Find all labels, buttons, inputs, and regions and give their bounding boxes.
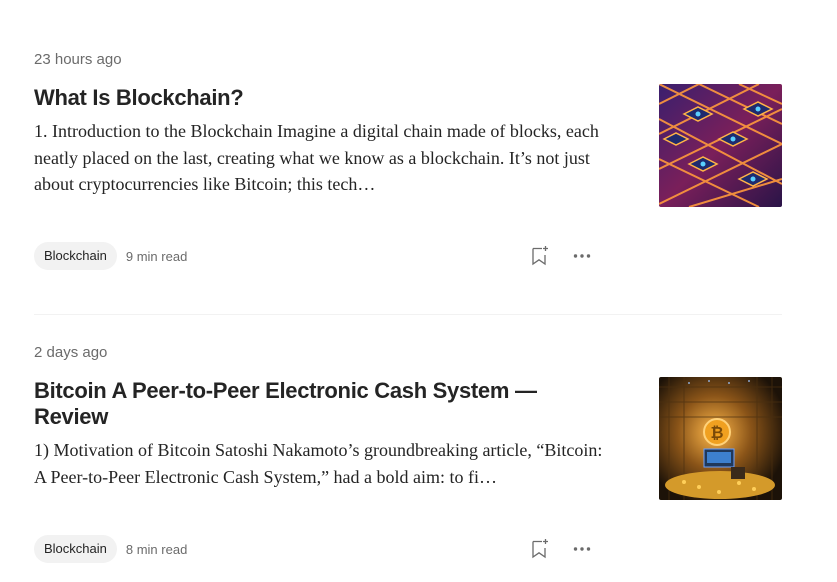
article-title[interactable]: Bitcoin A Peer-to-Peer Electronic Cash S…	[34, 378, 604, 430]
article-card[interactable]: 2 days ago Bitcoin A Peer-to-Peer Electr…	[34, 343, 782, 563]
article-card[interactable]: 23 hours ago What Is Blockchain? 1. Intr…	[34, 50, 782, 270]
bookmark-add-icon[interactable]	[528, 244, 552, 268]
article-divider	[34, 314, 782, 315]
svg-text:₿: ₿	[710, 424, 723, 442]
article-actions	[528, 537, 594, 561]
more-horizontal-icon[interactable]	[570, 537, 594, 561]
article-excerpt[interactable]: 1. Introduction to the Blockchain Imagin…	[34, 118, 604, 198]
read-time: 8 min read	[125, 541, 188, 557]
article-excerpt[interactable]: 1) Motivation of Bitcoin Satoshi Nakamot…	[34, 437, 604, 490]
article-date: 2 days ago	[34, 344, 108, 361]
article-actions	[528, 244, 594, 268]
more-horizontal-icon[interactable]	[570, 244, 594, 268]
article-date: 23 hours ago	[34, 51, 122, 68]
article-thumbnail[interactable]	[659, 84, 782, 207]
article-thumbnail[interactable]: ₿	[659, 377, 782, 500]
read-time: 9 min read	[125, 248, 188, 264]
topic-tag[interactable]: Blockchain	[34, 242, 117, 270]
article-meta: Blockchain 8 min read	[34, 535, 594, 563]
article-title[interactable]: What Is Blockchain?	[34, 85, 604, 111]
topic-tag[interactable]: Blockchain	[34, 535, 117, 563]
article-meta: Blockchain 9 min read	[34, 242, 594, 270]
bookmark-add-icon[interactable]	[528, 537, 552, 561]
